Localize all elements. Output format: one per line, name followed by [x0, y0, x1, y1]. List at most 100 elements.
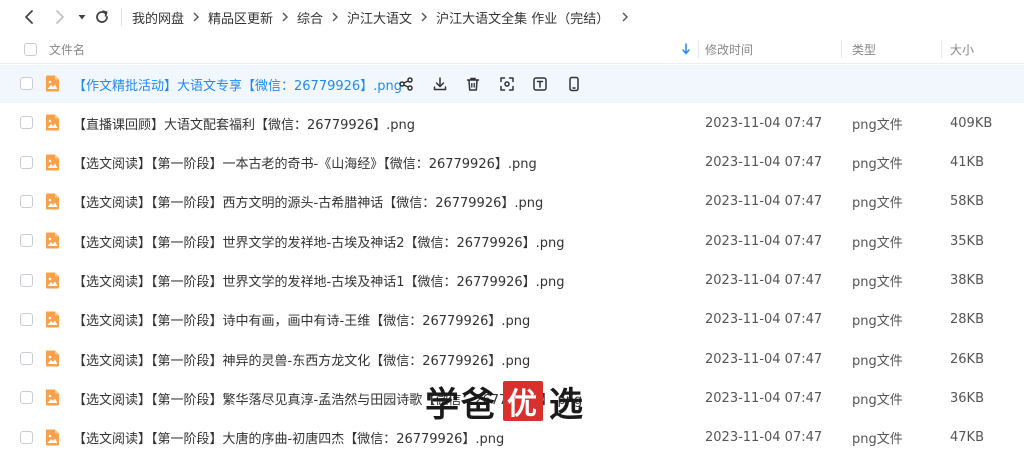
image-file-icon: [46, 154, 59, 171]
file-size: 36KB: [950, 390, 984, 406]
row-checkbox[interactable]: [20, 234, 33, 248]
caret-down-icon[interactable]: [71, 6, 93, 28]
file-list-header: 文件名 修改时间 类型 大小: [0, 34, 1024, 64]
file-name[interactable]: 【选文阅读】【第一阶段】世界文学的发祥地-古埃及神话2【微信：26779926】…: [73, 222, 565, 260]
row-hover-actions: [396, 74, 597, 94]
file-name[interactable]: 【作文精批活动】大语文专享【微信：26779926】.png: [73, 65, 402, 103]
file-modified-date: 2023-11-04 07:47: [705, 351, 823, 367]
file-size: 41KB: [950, 155, 984, 171]
image-file-icon: [46, 350, 59, 367]
row-checkbox[interactable]: [20, 391, 33, 405]
watermark-text: 学爸: [425, 384, 497, 425]
file-type: png文件: [852, 117, 903, 133]
breadcrumb-item[interactable]: 沪江大语文: [339, 8, 412, 27]
refresh-icon[interactable]: [91, 6, 113, 28]
file-modified-date: 2023-11-04 07:47: [705, 115, 823, 131]
row-checkbox[interactable]: [20, 273, 33, 287]
row-checkbox[interactable]: [20, 430, 33, 444]
file-modified-date: 2023-11-04 07:47: [705, 273, 823, 288]
file-row[interactable]: 【选文阅读】【第一阶段】一本古老的奇书-《山海经》【微信：26779926】.p…: [0, 144, 1024, 182]
row-checkbox[interactable]: [20, 116, 33, 130]
row-checkbox[interactable]: [20, 77, 33, 90]
chevron-right-icon[interactable]: [49, 6, 71, 28]
image-file-icon: [46, 193, 59, 210]
file-row[interactable]: 【选文阅读】【第一阶段】神异的灵兽-东西方龙文化【微信：26779926】.pn…: [0, 340, 1024, 378]
phone-icon[interactable]: [564, 74, 584, 94]
file-type: png文件: [852, 392, 903, 408]
header-modified[interactable]: 修改时间: [705, 34, 753, 64]
image-file-icon: [46, 232, 59, 249]
header-divider: [698, 40, 699, 58]
header-name[interactable]: 文件名: [49, 34, 85, 64]
file-type: png文件: [852, 196, 903, 212]
image-file-icon: [46, 114, 59, 131]
nav-divider: [121, 8, 122, 26]
row-checkbox[interactable]: [20, 312, 33, 326]
image-file-icon: [46, 75, 59, 92]
file-size: 26KB: [950, 351, 984, 367]
file-name[interactable]: 【选文阅读】【第一阶段】诗中有画，画中有诗-王维【微信：26779926】.pn…: [73, 301, 530, 339]
file-name[interactable]: 【选文阅读】【第一阶段】西方文明的源头-古希腊神话【微信：26779926】.p…: [73, 183, 543, 221]
file-type: png文件: [852, 314, 903, 330]
file-row[interactable]: 【选文阅读】【第一阶段】世界文学的发祥地-古埃及神话2【微信：26779926】…: [0, 222, 1024, 260]
download-icon[interactable]: [430, 74, 450, 94]
file-row-hovered[interactable]: 【作文精批活动】大语文专享【微信：26779926】.png: [0, 65, 1024, 103]
image-file-icon: [46, 272, 59, 288]
file-row[interactable]: 【选文阅读】【第一阶段】西方文明的源头-古希腊神话【微信：26779926】.p…: [0, 183, 1024, 221]
text-extract-icon[interactable]: [530, 74, 550, 94]
chevron-right-icon: [412, 12, 428, 22]
select-all-checkbox[interactable]: [24, 34, 37, 64]
file-size: 409KB: [950, 115, 993, 131]
file-modified-date: 2023-11-04 07:47: [705, 194, 823, 210]
file-name[interactable]: 【选文阅读】【第一阶段】一本古老的奇书-《山海经》【微信：26779926】.p…: [73, 144, 537, 182]
file-type: png文件: [852, 432, 903, 448]
watermark-text: 选: [549, 384, 585, 425]
scan-icon[interactable]: [497, 74, 517, 94]
row-checkbox[interactable]: [20, 194, 33, 208]
chevron-right-icon[interactable]: [609, 12, 629, 22]
chevron-left-icon[interactable]: [18, 6, 40, 28]
file-size: 35KB: [950, 233, 984, 249]
breadcrumb-item-current[interactable]: 沪江大语文全集 作业（完结）: [428, 8, 609, 27]
top-navbar: 我的网盘 精品区更新 综合 沪江大语文 沪江大语文全集 作业（完结）: [0, 0, 1024, 34]
breadcrumb-item[interactable]: 综合: [289, 8, 323, 27]
header-divider: [841, 40, 842, 58]
file-type: png文件: [852, 353, 903, 369]
file-name[interactable]: 【选文阅读】【第一阶段】世界文学的发祥地-古埃及神话1【微信：26779926】…: [73, 262, 565, 300]
image-file-icon: [46, 311, 59, 328]
file-type: png文件: [852, 157, 903, 173]
breadcrumb: 我的网盘 精品区更新 综合 沪江大语文 沪江大语文全集 作业（完结）: [124, 0, 629, 34]
file-size: 38KB: [950, 273, 984, 288]
file-row[interactable]: 【选文阅读】【第一阶段】诗中有画，画中有诗-王维【微信：26779926】.pn…: [0, 301, 1024, 339]
header-type[interactable]: 类型: [852, 34, 876, 64]
row-checkbox[interactable]: [20, 352, 33, 366]
file-row[interactable]: 【选文阅读】【第一阶段】世界文学的发祥地-古埃及神话1【微信：26779926】…: [0, 262, 1024, 300]
image-file-icon: [46, 389, 59, 406]
share-icon[interactable]: [396, 74, 416, 94]
file-modified-date: 2023-11-04 07:47: [705, 430, 823, 446]
header-divider: [941, 40, 942, 58]
chevron-right-icon: [323, 12, 339, 22]
file-row[interactable]: 【选文阅读】【第一阶段】大唐的序曲-初唐四杰【微信：26779926】.png …: [0, 419, 1024, 457]
breadcrumb-item[interactable]: 精品区更新: [200, 8, 273, 27]
file-type: png文件: [852, 275, 903, 290]
file-modified-date: 2023-11-04 07:47: [705, 155, 823, 171]
chevron-right-icon: [184, 12, 200, 22]
chevron-right-icon: [273, 12, 289, 22]
row-checkbox[interactable]: [20, 155, 33, 169]
breadcrumb-item[interactable]: 我的网盘: [124, 8, 184, 27]
file-size: 58KB: [950, 194, 984, 210]
file-type: png文件: [852, 235, 903, 251]
header-size[interactable]: 大小: [950, 34, 974, 64]
watermark-highlight: 优: [503, 381, 543, 422]
image-file-icon: [46, 429, 59, 446]
file-size: 28KB: [950, 312, 984, 328]
sort-arrow-down-icon[interactable]: [681, 34, 691, 64]
delete-icon[interactable]: [463, 74, 483, 94]
file-row[interactable]: 【直播课回顾】大语文配套福利【微信：26779926】.png 2023-11-…: [0, 104, 1024, 142]
file-name[interactable]: 【选文阅读】【第一阶段】神异的灵兽-东西方龙文化【微信：26779926】.pn…: [73, 340, 530, 378]
file-modified-date: 2023-11-04 07:47: [705, 390, 823, 406]
file-name[interactable]: 【直播课回顾】大语文配套福利【微信：26779926】.png: [73, 104, 415, 142]
file-size: 47KB: [950, 430, 984, 446]
file-modified-date: 2023-11-04 07:47: [705, 233, 823, 249]
